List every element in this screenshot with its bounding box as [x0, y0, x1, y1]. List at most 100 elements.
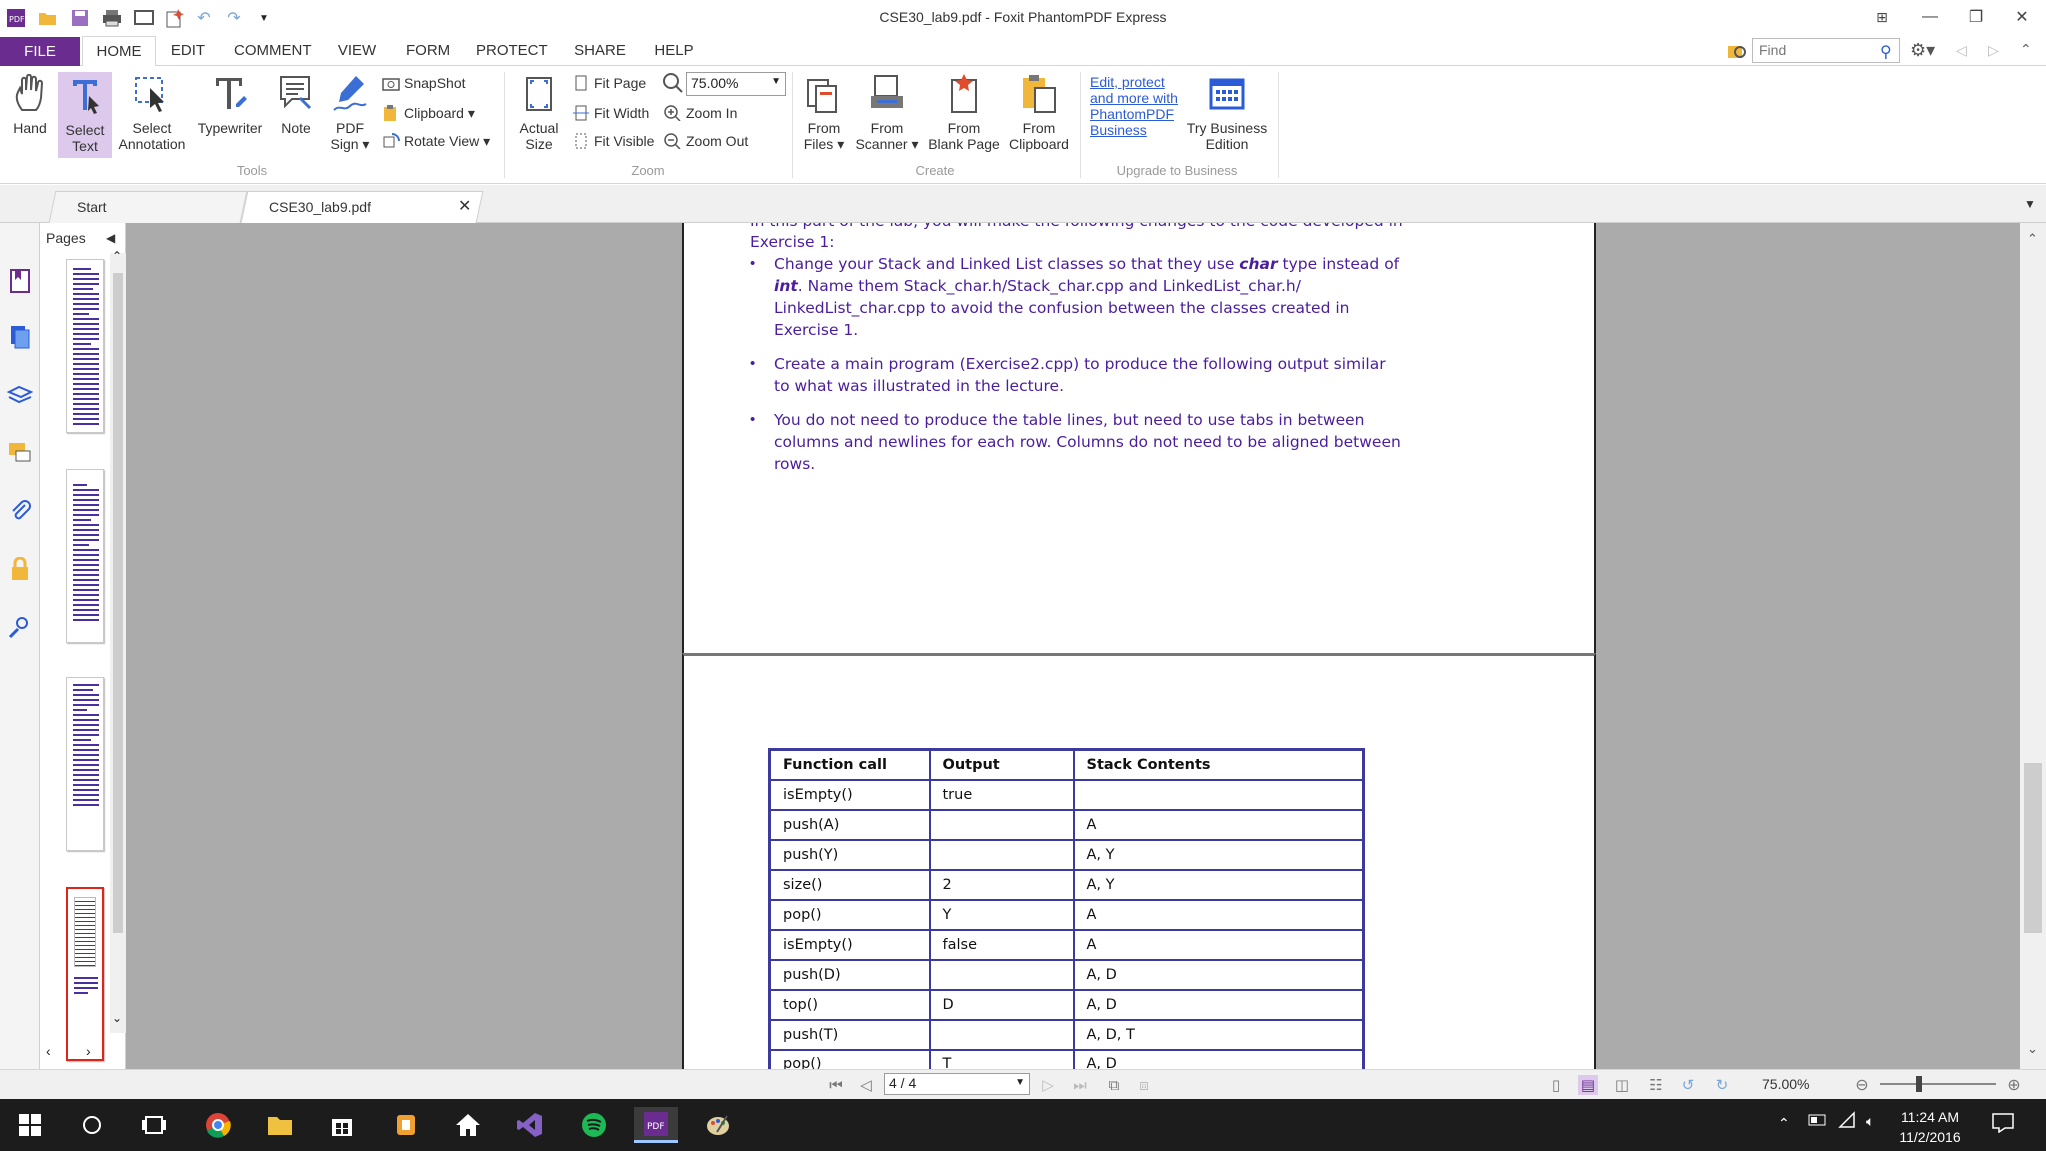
- upgrade-link[interactable]: Edit, protect and more with PhantomPDF B…: [1090, 74, 1186, 138]
- pdf-sign-button[interactable]: PDF Sign ▾: [326, 72, 374, 152]
- note-button[interactable]: Note: [272, 72, 320, 136]
- tab-share[interactable]: SHARE: [562, 36, 638, 66]
- find-options-icon[interactable]: [1726, 40, 1748, 62]
- fit-width-button[interactable]: Fit Width: [572, 102, 649, 124]
- attachment-icon[interactable]: [6, 497, 34, 525]
- layers-icon[interactable]: [6, 381, 34, 409]
- windows-start-icon[interactable]: [8, 1107, 52, 1143]
- scroll-down-icon[interactable]: ⌄: [2027, 1041, 2038, 1057]
- document-vertical-scrollbar[interactable]: ⌃ ⌄: [2020, 223, 2046, 1069]
- clipboard-button[interactable]: Clipboard ▾: [382, 102, 475, 124]
- select-text-button[interactable]: Select Text: [58, 72, 112, 158]
- snapshot-button[interactable]: SnapShot: [382, 72, 466, 94]
- scroll-left-icon[interactable]: ‹: [46, 1043, 51, 1059]
- zoom-out-button[interactable]: Zoom Out: [664, 130, 748, 152]
- paint-icon[interactable]: [696, 1107, 740, 1143]
- page-thumbnail-4[interactable]: [66, 887, 104, 1061]
- foxit-pdf-taskbar-icon[interactable]: PDF: [634, 1107, 678, 1143]
- select-annotation-button[interactable]: Select Annotation: [116, 72, 188, 152]
- scroll-down-icon[interactable]: ⌄: [112, 1011, 122, 1025]
- home-icon[interactable]: [446, 1107, 490, 1143]
- from-clipboard-button[interactable]: From Clipboard: [1004, 72, 1074, 152]
- zoom-slider-handle[interactable]: [1916, 1076, 1922, 1092]
- show-hidden-icons-icon[interactable]: ⌃: [1778, 1115, 1790, 1132]
- rotate-view-button[interactable]: Rotate View ▾: [382, 130, 490, 152]
- rotate-left-icon[interactable]: ↺: [1678, 1075, 1698, 1095]
- previous-result-icon[interactable]: ◁: [1956, 42, 1967, 59]
- find-input[interactable]: Find: [1752, 38, 1900, 63]
- zoom-out-icon[interactable]: ⊖: [1852, 1075, 1872, 1095]
- tab-home[interactable]: HOME: [82, 36, 156, 67]
- from-files-button[interactable]: From Files ▾: [798, 72, 850, 152]
- fit-visible-button[interactable]: Fit Visible: [572, 130, 654, 152]
- zoom-level-select[interactable]: 75.00% ▼: [686, 72, 786, 96]
- zoom-slider[interactable]: [1880, 1083, 1996, 1085]
- zoom-in-icon[interactable]: ⊕: [2004, 1075, 2024, 1095]
- search-circle-icon[interactable]: [70, 1107, 114, 1143]
- tab-document[interactable]: CSE30_lab9.pdf: [240, 191, 484, 223]
- comments-icon[interactable]: [6, 439, 34, 467]
- bookmark-icon[interactable]: [6, 267, 34, 295]
- next-result-icon[interactable]: ▷: [1988, 42, 1999, 59]
- chrome-icon[interactable]: [196, 1107, 240, 1143]
- last-page-icon[interactable]: ⏭: [1070, 1075, 1090, 1095]
- search-icon[interactable]: ⚲: [1880, 42, 1892, 62]
- page-thumbnail-3[interactable]: [66, 677, 104, 851]
- tab-edit[interactable]: EDIT: [158, 36, 218, 66]
- page-thumbnail-1[interactable]: [66, 259, 104, 433]
- minimize-button[interactable]: —: [1910, 4, 1950, 30]
- settings-gear-icon[interactable]: ⚙▾: [1910, 40, 1935, 61]
- scroll-up-icon[interactable]: ⌃: [112, 249, 122, 263]
- from-scanner-button[interactable]: From Scanner ▾: [852, 72, 922, 152]
- zoom-in-button[interactable]: Zoom In: [664, 102, 737, 124]
- tab-help[interactable]: HELP: [642, 36, 706, 66]
- hand-tool-button[interactable]: Hand: [6, 72, 54, 136]
- scroll-up-icon[interactable]: ⌃: [2027, 231, 2038, 247]
- first-page-icon[interactable]: ⏮: [826, 1075, 846, 1095]
- pages-panel-scrollbar[interactable]: ⌃ ⌄: [110, 249, 126, 1033]
- lock-icon[interactable]: [6, 555, 34, 583]
- document-canvas[interactable]: In this part of the lab, you will make t…: [126, 223, 2020, 1069]
- tab-protect[interactable]: PROTECT: [464, 36, 558, 66]
- rotate-right-icon[interactable]: ↻: [1712, 1075, 1732, 1095]
- battery-icon[interactable]: [1808, 1113, 1828, 1132]
- tab-file[interactable]: FILE: [0, 37, 80, 67]
- next-page-icon[interactable]: ▷: [1038, 1075, 1058, 1095]
- page-number-input[interactable]: 4 / 4 ▼: [884, 1073, 1030, 1095]
- close-button[interactable]: ✕: [2002, 4, 2042, 30]
- tab-start[interactable]: Start: [48, 191, 248, 223]
- ribbon-display-icon[interactable]: ⊞: [1862, 4, 1902, 30]
- orange-app-icon[interactable]: [384, 1107, 428, 1143]
- signature-icon[interactable]: [6, 613, 34, 641]
- restore-button[interactable]: ❐: [1956, 4, 1996, 30]
- typewriter-button[interactable]: Typewriter: [194, 72, 266, 136]
- pages-panel-icon[interactable]: [6, 323, 34, 351]
- page-thumbnail-2[interactable]: [66, 469, 104, 643]
- actual-size-button[interactable]: Actual Size: [512, 72, 566, 152]
- from-blank-page-button[interactable]: From Blank Page: [926, 72, 1002, 152]
- scroll-right-icon[interactable]: ›: [86, 1043, 91, 1059]
- tab-form[interactable]: FORM: [394, 36, 460, 66]
- close-tab-icon[interactable]: ✕: [458, 196, 471, 216]
- previous-page-icon[interactable]: ◁: [856, 1075, 876, 1095]
- volume-icon[interactable]: 🔈︎: [1866, 1113, 1874, 1130]
- notifications-icon[interactable]: [1992, 1113, 2014, 1138]
- tab-view[interactable]: VIEW: [324, 36, 390, 66]
- file-explorer-icon[interactable]: [258, 1107, 302, 1143]
- spotify-icon[interactable]: [572, 1107, 616, 1143]
- continuous-view-icon[interactable]: ▤: [1578, 1075, 1598, 1095]
- tab-comment[interactable]: COMMENT: [222, 36, 320, 66]
- single-page-view-icon[interactable]: ▯: [1546, 1075, 1566, 1095]
- fit-page-button[interactable]: Fit Page: [572, 72, 646, 94]
- store-icon[interactable]: [320, 1107, 364, 1143]
- page-extract-icon[interactable]: ⧈: [1134, 1075, 1154, 1095]
- continuous-facing-view-icon[interactable]: ☷: [1646, 1075, 1666, 1095]
- task-view-icon[interactable]: [132, 1107, 176, 1143]
- collapse-ribbon-icon[interactable]: ⌃: [2020, 41, 2032, 58]
- system-clock[interactable]: 11:24 AM 11/2/2016: [1890, 1107, 1970, 1147]
- try-business-edition-button[interactable]: Try Business Edition: [1180, 72, 1274, 152]
- page-insert-icon[interactable]: ⧉: [1104, 1075, 1124, 1095]
- tab-list-dropdown-icon[interactable]: ▼: [2024, 197, 2036, 211]
- wifi-icon[interactable]: [1838, 1111, 1858, 1134]
- facing-view-icon[interactable]: ◫: [1612, 1075, 1632, 1095]
